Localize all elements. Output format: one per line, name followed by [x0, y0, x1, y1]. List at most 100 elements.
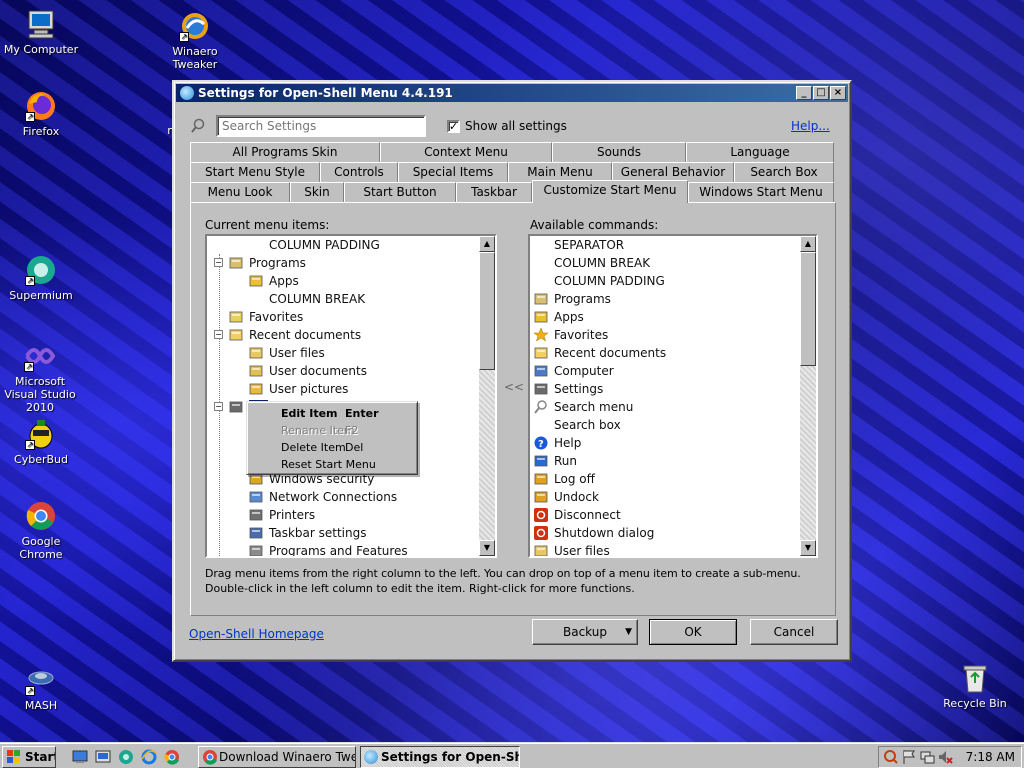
desktop-icon-google-chrome[interactable]: Google Chrome: [0, 500, 82, 561]
desktop-icon-mash[interactable]: ↗ MASH: [0, 664, 82, 712]
desktop-icon-my-computer[interactable]: My Computer: [0, 8, 82, 56]
flag-tray-icon[interactable]: [901, 749, 917, 768]
tab-menu-look[interactable]: Menu Look: [190, 182, 290, 202]
tree-item[interactable]: Printers: [247, 506, 315, 524]
tab-controls[interactable]: Controls: [320, 162, 398, 182]
tab-special-items[interactable]: Special Items: [398, 162, 508, 182]
tree-item-label: User documents: [269, 364, 367, 378]
ok-button[interactable]: OK: [649, 619, 737, 645]
scroll-up-button[interactable]: ▲: [800, 236, 816, 252]
tree-item[interactable]: Network Connections: [247, 488, 397, 506]
desktop-icon-winaero-tweaker[interactable]: ↗ Winaero Tweaker: [154, 10, 236, 71]
command-item[interactable]: SEPARATOR: [532, 236, 624, 254]
tree-item[interactable]: COLUMN PADDING: [247, 236, 380, 254]
tab-general-behavior[interactable]: General Behavior: [612, 162, 734, 182]
move-left-button[interactable]: <<: [504, 380, 524, 394]
tree-item[interactable]: Apps: [247, 272, 299, 290]
tree-expander-icon[interactable]: −: [214, 330, 223, 339]
command-item[interactable]: User files: [532, 542, 610, 556]
maximize-button[interactable]: □: [813, 86, 829, 100]
command-item-label: Undock: [554, 490, 599, 504]
minimize-button[interactable]: _: [796, 86, 812, 100]
command-item[interactable]: COLUMN BREAK: [532, 254, 650, 272]
command-item[interactable]: Search menu: [532, 398, 633, 416]
tree-item[interactable]: Taskbar settings: [247, 524, 366, 542]
current-items-scrollbar[interactable]: ▲ ▼: [479, 236, 495, 556]
taskbar-task-open-shell-settings[interactable]: Settings for Open-She...: [360, 746, 520, 768]
taskbar-task-winaero[interactable]: Download Winaero Twea...: [198, 746, 356, 768]
tree-item[interactable]: User files: [247, 344, 325, 362]
tab-main-menu[interactable]: Main Menu: [508, 162, 612, 182]
command-item[interactable]: COLUMN PADDING: [532, 272, 665, 290]
tab-context-menu[interactable]: Context Menu: [380, 142, 552, 162]
available-commands-list[interactable]: ▲ ▼ SEPARATOR COLUMN BREAK COLUMN PADDING P…: [528, 234, 818, 558]
scroll-up-button[interactable]: ▲: [479, 236, 495, 252]
scroll-down-button[interactable]: ▼: [800, 540, 816, 556]
tab-windows-start-menu[interactable]: Windows Start Menu: [688, 182, 834, 202]
desktop-icon-visual-studio[interactable]: ↗ Microsoft Visual Studio 2010: [0, 340, 80, 414]
tree-item[interactable]: User pictures: [247, 380, 348, 398]
network-tray-icon[interactable]: [919, 749, 935, 768]
quicklaunch-ie-icon[interactable]: [141, 749, 157, 768]
current-items-tree[interactable]: ▲ ▼ COLUMN PADDING − Programs Apps COLUMN BR…: [205, 234, 497, 558]
command-item[interactable]: Computer: [532, 362, 614, 380]
scroll-down-button[interactable]: ▼: [479, 540, 495, 556]
context-menu-edit-item[interactable]: Edit Item Enter: [249, 405, 415, 422]
tree-item[interactable]: Favorites: [227, 308, 303, 326]
tab-taskbar[interactable]: Taskbar: [456, 182, 532, 202]
desktop-icon-recycle-bin[interactable]: Recycle Bin: [934, 662, 1016, 710]
tab-start-button[interactable]: Start Button: [344, 182, 456, 202]
cancel-button[interactable]: Cancel: [750, 619, 838, 645]
desktop-icon-supermium[interactable]: ↗ Supermium: [0, 254, 82, 302]
scroll-thumb[interactable]: [800, 252, 816, 366]
tree-item[interactable]: Programs: [227, 254, 306, 272]
command-item[interactable]: Recent documents: [532, 344, 666, 362]
command-item[interactable]: Run: [532, 452, 577, 470]
desktop-icon-firefox[interactable]: ↗ Firefox: [0, 90, 82, 138]
context-menu-rename-item[interactable]: Rename Item F2: [249, 422, 415, 439]
quicklaunch-desktop-icon[interactable]: [72, 749, 88, 768]
scroll-thumb[interactable]: [479, 252, 495, 370]
command-item[interactable]: Shutdown dialog: [532, 524, 654, 542]
command-item[interactable]: Programs: [532, 290, 611, 308]
command-item[interactable]: Favorites: [532, 326, 608, 344]
command-item[interactable]: Apps: [532, 308, 584, 326]
tree-item[interactable]: User documents: [247, 362, 367, 380]
tab-skin[interactable]: Skin: [290, 182, 344, 202]
help-link[interactable]: Help...: [791, 119, 830, 133]
command-item[interactable]: Settings: [532, 380, 603, 398]
tree-item[interactable]: COLUMN BREAK: [247, 290, 365, 308]
command-item[interactable]: ? Help: [532, 434, 581, 452]
quicklaunch-explorer-icon[interactable]: [95, 749, 111, 768]
context-menu-reset-start-menu[interactable]: Reset Start Menu: [249, 456, 415, 473]
tab-all-programs-skin[interactable]: All Programs Skin: [190, 142, 380, 162]
tree-item[interactable]: Programs and Features: [247, 542, 408, 556]
backup-button[interactable]: Backup ▼: [532, 619, 638, 645]
search-tray-icon[interactable]: [883, 749, 899, 768]
close-button[interactable]: ×: [830, 86, 846, 100]
tab-customize-start-menu[interactable]: Customize Start Menu: [532, 180, 688, 203]
homepage-link[interactable]: Open-Shell Homepage: [189, 627, 324, 641]
title-bar[interactable]: Settings for Open-Shell Menu 4.4.191 _ □…: [176, 84, 848, 102]
volume-muted-tray-icon[interactable]: [937, 749, 953, 768]
command-item[interactable]: Undock: [532, 488, 599, 506]
context-menu-delete-item[interactable]: Delete Item Del: [249, 439, 415, 456]
available-commands-scrollbar[interactable]: ▲ ▼: [800, 236, 816, 556]
command-item[interactable]: Search box: [532, 416, 621, 434]
quicklaunch-chrome-icon[interactable]: [164, 749, 180, 768]
clock[interactable]: 7:18 AM: [966, 750, 1015, 764]
command-item[interactable]: Log off: [532, 470, 595, 488]
tab-language[interactable]: Language: [686, 142, 834, 162]
tree-expander-icon[interactable]: −: [214, 402, 223, 411]
desktop-icon-cyberbud[interactable]: ↗ CyberBud: [0, 418, 82, 466]
quicklaunch-supermium-icon[interactable]: [118, 749, 134, 768]
tab-sounds[interactable]: Sounds: [552, 142, 686, 162]
tab-search-box[interactable]: Search Box: [734, 162, 834, 182]
tree-item[interactable]: Recent documents: [227, 326, 361, 344]
show-all-checkbox[interactable]: ✓: [447, 120, 460, 133]
search-input[interactable]: [216, 115, 426, 137]
tree-expander-icon[interactable]: −: [214, 258, 223, 267]
start-button[interactable]: Start: [2, 746, 56, 768]
command-item[interactable]: Disconnect: [532, 506, 621, 524]
tab-start-menu-style[interactable]: Start Menu Style: [190, 162, 320, 182]
